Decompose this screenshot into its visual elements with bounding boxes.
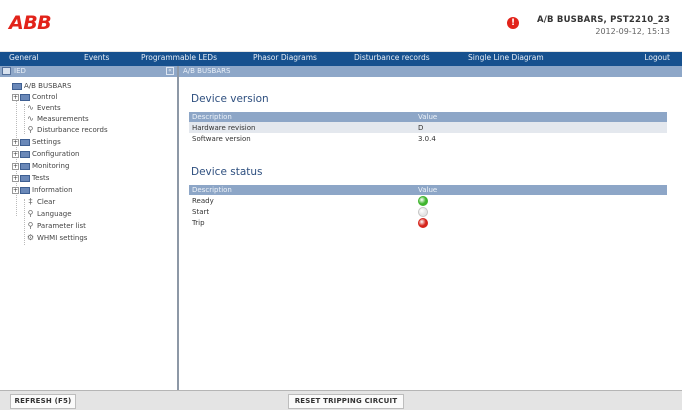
- main-content: Device version Description Value Hardwar…: [179, 77, 682, 390]
- trip-led-icon: [418, 217, 428, 228]
- table-header-row: Description Value: [189, 185, 667, 195]
- folder-icon: [12, 82, 22, 90]
- column-header: Value: [415, 112, 667, 122]
- device-title: A/B BUSBARS, PST2210_23: [536, 15, 670, 25]
- bottom-toolbar: REFRESH (F5) RESET TRIPPING CIRCUIT: [0, 390, 682, 410]
- cell-description: Hardware revision: [189, 122, 415, 133]
- breadcrumb: A/B BUSBARS: [183, 67, 231, 75]
- start-led-icon: [418, 206, 428, 217]
- cell-value: D: [415, 122, 667, 133]
- device-status-title: Device status: [191, 166, 263, 178]
- cell-description: Ready: [192, 196, 214, 205]
- refresh-button[interactable]: REFRESH (F5): [10, 394, 76, 409]
- header: ABB ! A/B BUSBARS, PST2210_23 2012-09-12…: [0, 0, 682, 52]
- table-row: Software version 3.0.4: [189, 133, 667, 144]
- folder-icon: [20, 150, 30, 158]
- table-row: Hardware revision D: [189, 122, 667, 133]
- cell-value: 3.0.4: [418, 134, 436, 143]
- collapse-panel-button[interactable]: «: [166, 67, 174, 75]
- tree-item-events[interactable]: ∿ Events: [26, 104, 61, 114]
- disturbance-records-icon: ⚲: [27, 125, 34, 134]
- column-header: Description: [189, 185, 415, 195]
- tree-item-configuration[interactable]: + Configuration: [12, 150, 79, 160]
- tree-item-settings[interactable]: + Settings: [12, 138, 61, 148]
- cell-description: Start: [192, 207, 210, 216]
- nav-events[interactable]: Events: [84, 53, 109, 62]
- device-status-table: Description Value Ready Start Trip: [189, 185, 667, 228]
- abb-logo: ABB: [9, 12, 52, 34]
- cell-description: Trip: [192, 218, 205, 227]
- device-version-table: Description Value Hardware revision D So…: [189, 112, 667, 144]
- expand-icon[interactable]: +: [12, 162, 19, 170]
- tree-item-control[interactable]: + Control: [12, 93, 57, 103]
- table-header-row: Description Value: [189, 112, 667, 122]
- expand-icon[interactable]: +: [12, 186, 19, 194]
- language-icon: ⚲: [27, 209, 34, 218]
- table-row: Start: [189, 206, 667, 217]
- nav-disturbance-records[interactable]: Disturbance records: [354, 53, 430, 62]
- alarm-icon[interactable]: !: [507, 17, 519, 29]
- folder-icon: [20, 162, 30, 170]
- column-header: Description: [189, 112, 415, 122]
- folder-icon: [20, 93, 30, 101]
- tree-item-monitoring[interactable]: + Monitoring: [12, 162, 69, 172]
- breadcrumb-bar: A/B BUSBARS: [179, 66, 682, 77]
- expand-icon[interactable]: +: [12, 138, 19, 146]
- tree-item-information[interactable]: + Information: [12, 186, 73, 196]
- nav-phasor-diagrams[interactable]: Phasor Diagrams: [253, 53, 317, 62]
- expand-icon[interactable]: +: [12, 150, 19, 158]
- tree-item-tests[interactable]: + Tests: [12, 174, 49, 184]
- tree-item-whmi-settings[interactable]: ⚙ WHMI settings: [26, 233, 88, 244]
- nav-general[interactable]: General: [9, 53, 39, 62]
- folder-icon: [20, 138, 30, 146]
- table-row: Ready: [189, 195, 667, 206]
- expand-icon[interactable]: +: [12, 174, 19, 182]
- table-row: Trip: [189, 217, 667, 228]
- folder-icon: [20, 174, 30, 182]
- nav-single-line-diagram[interactable]: Single Line Diagram: [468, 53, 544, 62]
- tree-item-parameter-list[interactable]: ⚲ Parameter list: [26, 222, 86, 232]
- tree-header: IED «: [0, 66, 177, 77]
- main-navigation: General Events Programmable LEDs Phasor …: [0, 52, 682, 66]
- tree-item-disturbance-records[interactable]: ⚲ Disturbance records: [26, 126, 108, 136]
- folder-icon: [20, 186, 30, 194]
- tree-item-ab-busbars[interactable]: A/B BUSBARS: [12, 82, 71, 92]
- ready-led-icon: [418, 195, 428, 206]
- cell-description: Software version: [192, 134, 251, 143]
- events-icon: ∿: [27, 103, 34, 112]
- tree-connector: [24, 104, 25, 134]
- column-header: Value: [415, 185, 667, 195]
- measurements-icon: ∿: [27, 114, 34, 123]
- tree-connector: [24, 199, 25, 245]
- logout-link[interactable]: Logout: [644, 53, 670, 62]
- navigation-tree: IED « A/B BUSBARS + Control ∿ Events ∿ Meas…: [0, 66, 179, 390]
- clear-icon: ‡: [28, 197, 33, 206]
- nav-programmable-leds[interactable]: Programmable LEDs: [141, 53, 217, 62]
- whmi-settings-icon: ⚙: [26, 233, 35, 242]
- tree-header-label: IED: [14, 67, 26, 75]
- device-version-title: Device version: [191, 93, 269, 105]
- tree-item-clear[interactable]: ‡ Clear: [26, 197, 56, 208]
- ied-icon: [2, 67, 11, 75]
- expand-icon[interactable]: +: [12, 93, 19, 101]
- parameter-list-icon: ⚲: [27, 221, 34, 230]
- tree-item-measurements[interactable]: ∿ Measurements: [26, 115, 89, 125]
- datetime: 2012-09-12, 15:13: [595, 27, 670, 36]
- reset-tripping-circuit-button[interactable]: RESET TRIPPING CIRCUIT: [288, 394, 404, 409]
- tree-item-language[interactable]: ⚲ Language: [26, 210, 72, 220]
